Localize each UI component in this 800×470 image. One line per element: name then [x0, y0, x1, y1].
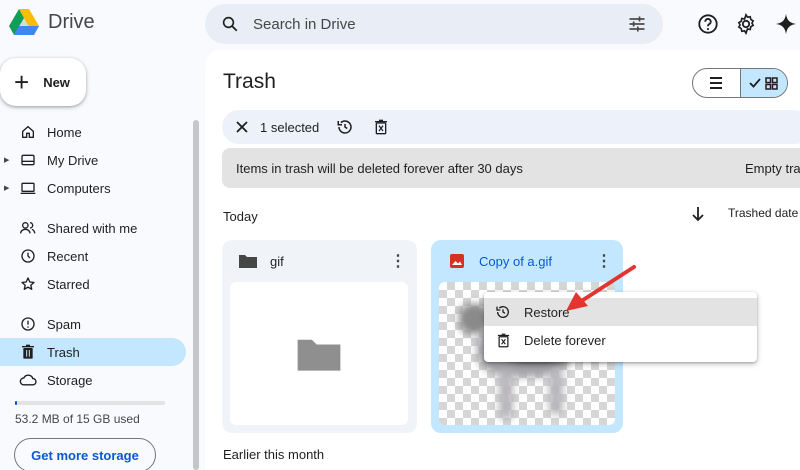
drive-logo-icon — [9, 9, 39, 35]
view-toggle[interactable] — [692, 68, 788, 98]
sidebar-item-trash[interactable]: Trash — [0, 338, 186, 366]
sidebar-item-storage[interactable]: Storage — [0, 366, 186, 394]
sidebar-item-recent[interactable]: Recent — [0, 242, 186, 270]
image-file-icon — [447, 251, 467, 271]
grid-view-icon — [765, 76, 779, 90]
sidebar-item-starred[interactable]: Starred — [0, 270, 186, 298]
trash-notice-text: Items in trash will be deleted forever a… — [236, 160, 523, 176]
gemini-sparkle-icon[interactable] — [774, 12, 798, 36]
selection-count: 1 selected — [260, 119, 320, 135]
get-more-storage-button[interactable]: Get more storage — [14, 438, 156, 470]
new-button-label: New — [43, 74, 70, 90]
selection-toolbar: 1 selected — [222, 110, 800, 144]
shared-icon — [19, 219, 37, 237]
list-view-button[interactable] — [693, 69, 740, 97]
search-icon — [222, 16, 238, 32]
annotation-arrow — [566, 265, 636, 311]
sort-direction-icon[interactable] — [689, 205, 707, 223]
trash-icon — [19, 343, 37, 361]
clock-icon — [19, 247, 37, 265]
page-title: Trash — [223, 70, 276, 93]
sidebar-item-my-drive[interactable]: ▶ My Drive — [0, 146, 186, 174]
cloud-icon — [19, 371, 37, 389]
storage-progress-bar — [15, 401, 165, 405]
new-button[interactable]: + New — [0, 58, 86, 106]
thumbnail-image-part — [499, 370, 513, 420]
restore-icon[interactable] — [333, 115, 357, 139]
file-thumbnail[interactable] — [230, 282, 408, 425]
help-icon[interactable] — [696, 12, 720, 36]
expand-caret-icon[interactable]: ▶ — [4, 156, 12, 164]
plus-icon: + — [14, 67, 30, 97]
checkmark-icon — [749, 78, 762, 88]
more-actions-icon[interactable]: ⋮ — [389, 252, 407, 270]
expand-caret-icon[interactable]: ▶ — [4, 184, 12, 192]
search-bar[interactable]: Search in Drive — [205, 4, 663, 44]
settings-gear-icon[interactable] — [734, 12, 758, 36]
delete-forever-menu-item[interactable]: Delete forever — [484, 326, 757, 354]
menu-item-label: Delete forever — [524, 332, 606, 348]
empty-trash-button[interactable]: Empty tra — [745, 161, 800, 176]
trash-notice-banner: Items in trash will be deleted forever a… — [222, 148, 800, 188]
grid-view-button[interactable] — [739, 69, 787, 97]
delete-forever-icon[interactable] — [369, 115, 393, 139]
sidebar-scrollbar[interactable] — [193, 120, 199, 470]
section-heading-today: Today — [223, 209, 258, 224]
restore-icon — [494, 303, 512, 321]
file-name: Copy of a.gif — [479, 253, 552, 269]
thumbnail-image-part — [549, 370, 563, 415]
computers-icon — [19, 179, 37, 197]
storage-progress-fill — [15, 401, 17, 405]
drive-logo[interactable]: Drive — [8, 8, 95, 36]
sidebar-item-shared-with-me[interactable]: Shared with me — [0, 214, 186, 242]
file-name: gif — [270, 253, 284, 269]
sort-by-button[interactable]: Trashed date — [728, 206, 798, 220]
folder-icon — [238, 251, 258, 271]
app-name: Drive — [48, 10, 95, 33]
folder-icon — [297, 339, 341, 371]
file-card[interactable]: gif ⋮ — [222, 240, 417, 433]
list-view-icon — [710, 77, 723, 89]
home-icon — [19, 123, 37, 141]
sidebar-item-computers[interactable]: ▶ Computers — [0, 174, 186, 202]
sidebar-item-spam[interactable]: Spam — [0, 310, 186, 338]
storage-usage-text: 53.2 MB of 15 GB used — [15, 412, 140, 426]
section-heading-earlier: Earlier this month — [223, 447, 325, 462]
search-input[interactable]: Search in Drive — [253, 16, 627, 33]
search-options-icon[interactable] — [627, 14, 647, 34]
star-icon — [19, 275, 37, 293]
spam-icon — [19, 315, 37, 333]
delete-forever-icon — [494, 331, 512, 349]
my-drive-icon — [19, 151, 37, 169]
sidebar-item-home[interactable]: Home — [0, 118, 186, 146]
clear-selection-icon[interactable] — [230, 115, 254, 139]
